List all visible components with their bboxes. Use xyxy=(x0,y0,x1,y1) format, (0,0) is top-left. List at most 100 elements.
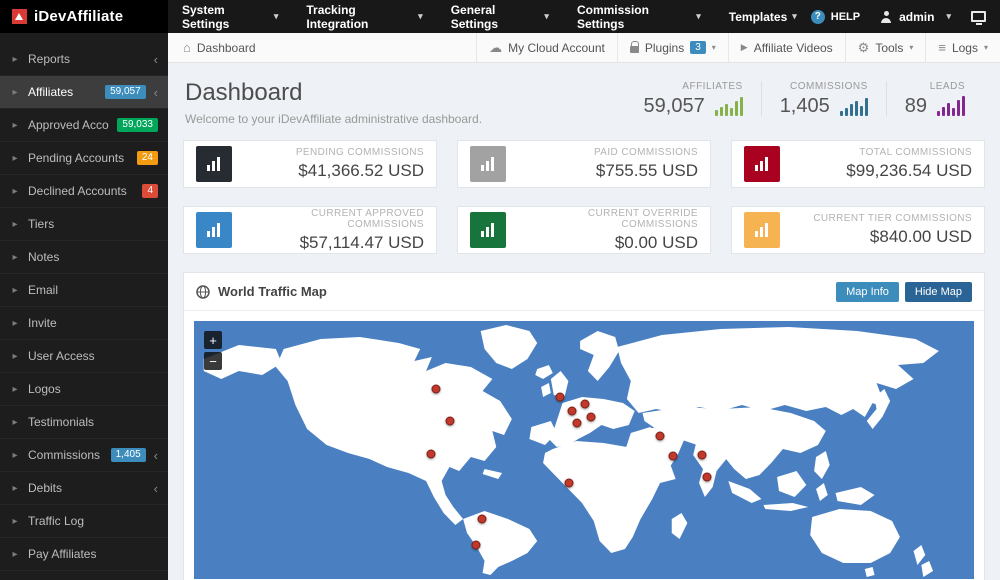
action-label: My Cloud Account xyxy=(508,41,605,55)
logo-icon xyxy=(12,9,27,24)
cloud-icon: ☁ xyxy=(489,40,502,56)
sidebar-item-testimonials[interactable]: ▸ Testimonials xyxy=(0,406,168,439)
sidebar-item-label: Pay Affiliates xyxy=(28,547,158,561)
map-marker[interactable] xyxy=(572,418,581,427)
menu-system-settings[interactable]: System Settings ▾ xyxy=(168,0,292,33)
sidebar-item-traffic-log[interactable]: ▸ Traffic Log xyxy=(0,505,168,538)
mini-bar-chart xyxy=(937,95,965,116)
arrow-right-icon: ▸ xyxy=(10,120,20,131)
arrow-right-icon: ▸ xyxy=(10,153,20,164)
arrow-right-icon: ▸ xyxy=(10,516,20,527)
mini-bar-chart xyxy=(715,95,743,116)
display-icon[interactable] xyxy=(971,11,986,22)
stat-value: 1,405 xyxy=(780,96,830,116)
stat-commissions: COMMISSIONS 1,405 xyxy=(761,81,886,116)
sidebar-item-commissions[interactable]: ▸ Commissions 1,405 ‹ xyxy=(0,439,168,472)
page-header: Dashboard Welcome to your iDevAffiliate … xyxy=(185,79,482,126)
panel-title: World Traffic Map xyxy=(218,284,327,299)
sidebar-item-label: Approved Accounts xyxy=(28,118,109,132)
map-info-button[interactable]: Map Info xyxy=(836,282,899,302)
gear-icon: ⚙ xyxy=(858,40,870,56)
map-marker[interactable] xyxy=(445,417,454,426)
card-total-commissions: TOTAL COMMISSIONS $99,236.54 USD xyxy=(731,140,985,188)
sidebar-item-logos[interactable]: ▸ Logos xyxy=(0,373,168,406)
sidebar-item-reports[interactable]: ▸ Reports ‹ xyxy=(0,43,168,76)
map-marker[interactable] xyxy=(580,400,589,409)
card-value: $840.00 USD xyxy=(790,227,972,247)
count-badge: 4 xyxy=(142,184,158,198)
chevron-left-icon: ‹ xyxy=(154,85,158,100)
card-current-tier-commissions: CURRENT TIER COMMISSIONS $840.00 USD xyxy=(731,206,985,254)
sidebar-item-label: Logos xyxy=(28,382,158,396)
menu-label: General Settings xyxy=(451,3,540,31)
menu-tracking-integration[interactable]: Tracking Integration ▾ xyxy=(292,0,436,33)
menu-commission-settings[interactable]: Commission Settings ▾ xyxy=(563,0,715,33)
bar-chart-icon xyxy=(470,146,506,182)
sidebar-item-tiers[interactable]: ▸ Tiers xyxy=(0,208,168,241)
map-marker[interactable] xyxy=(555,393,564,402)
main-menu: System Settings ▾ Tracking Integration ▾… xyxy=(168,0,811,33)
card-value: $0.00 USD xyxy=(516,233,698,253)
map-marker[interactable] xyxy=(668,451,677,460)
card-label: CURRENT OVERRIDE COMMISSIONS xyxy=(516,208,698,230)
arrow-right-icon: ▸ xyxy=(10,549,20,560)
affiliate-videos-button[interactable]: ▶ Affiliate Videos xyxy=(728,33,845,62)
sidebar-item-label: Testimonials xyxy=(28,415,158,429)
sidebar-item-notes[interactable]: ▸ Notes xyxy=(0,241,168,274)
card-label: TOTAL COMMISSIONS xyxy=(790,147,972,158)
map-marker[interactable] xyxy=(471,540,480,549)
sidebar-item-affiliates[interactable]: ▸ Affiliates 59,057 ‹ xyxy=(0,76,168,109)
sidebar-item-label: Tiers xyxy=(28,217,158,231)
bar-chart-icon xyxy=(744,146,780,182)
map-marker[interactable] xyxy=(477,514,486,523)
caret-down-icon: ▾ xyxy=(909,43,913,52)
sidebar-item-label: Declined Accounts xyxy=(28,184,134,198)
map-marker[interactable] xyxy=(587,412,596,421)
map-marker[interactable] xyxy=(431,385,440,394)
caret-down-icon: ▾ xyxy=(792,11,797,22)
sidebar-item-label: User Access xyxy=(28,349,158,363)
chevron-left-icon: ‹ xyxy=(154,448,158,463)
username: admin xyxy=(899,10,934,24)
card-value: $41,366.52 USD xyxy=(242,161,424,181)
count-badge: 59,033 xyxy=(117,118,158,132)
sidebar-item-debits[interactable]: ▸ Debits ‹ xyxy=(0,472,168,505)
map-marker[interactable] xyxy=(703,473,712,482)
sidebar-item-declined-accounts[interactable]: ▸ Declined Accounts 4 xyxy=(0,175,168,208)
chevron-left-icon: ‹ xyxy=(154,52,158,67)
menu-general-settings[interactable]: General Settings ▾ xyxy=(437,0,563,33)
user-menu[interactable]: admin ▾ xyxy=(880,10,951,24)
my-cloud-account-button[interactable]: ☁ My Cloud Account xyxy=(476,33,617,62)
card-label: CURRENT APPROVED COMMISSIONS xyxy=(242,208,424,230)
map-marker[interactable] xyxy=(427,450,436,459)
help-button[interactable]: ? HELP xyxy=(811,10,860,24)
zoom-out-button[interactable]: − xyxy=(204,352,222,370)
breadcrumb-current: Dashboard xyxy=(197,41,256,55)
map-marker[interactable] xyxy=(565,479,574,488)
caret-down-icon: ▾ xyxy=(712,43,716,52)
sidebar-item-user-access[interactable]: ▸ User Access xyxy=(0,340,168,373)
sidebar-item-invite[interactable]: ▸ Invite xyxy=(0,307,168,340)
zoom-in-button[interactable]: + xyxy=(204,331,222,349)
sidebar: ▸ Reports ‹ ▸ Affiliates 59,057 ‹ ▸ Appr… xyxy=(0,33,168,580)
bar-chart-icon xyxy=(470,212,506,248)
card-paid-commissions: PAID COMMISSIONS $755.55 USD xyxy=(457,140,711,188)
tools-button[interactable]: ⚙ Tools ▾ xyxy=(845,33,926,62)
map-marker[interactable] xyxy=(568,407,577,416)
sidebar-item-email[interactable]: ▸ Email xyxy=(0,274,168,307)
map-marker[interactable] xyxy=(697,450,706,459)
breadcrumb[interactable]: ⌂ Dashboard xyxy=(168,33,271,62)
plugins-button[interactable]: Plugins 3 ▾ xyxy=(617,33,728,62)
sidebar-item-pay-affiliates[interactable]: ▸ Pay Affiliates xyxy=(0,538,168,571)
sidebar-item-approved-accounts[interactable]: ▸ Approved Accounts 59,033 xyxy=(0,109,168,142)
map-marker[interactable] xyxy=(656,432,665,441)
arrow-right-icon: ▸ xyxy=(10,219,20,230)
sidebar-item-pending-accounts[interactable]: ▸ Pending Accounts 24 xyxy=(0,142,168,175)
logs-button[interactable]: ≡ Logs ▾ xyxy=(925,33,1000,62)
hide-map-button[interactable]: Hide Map xyxy=(905,282,972,302)
menu-templates[interactable]: Templates ▾ xyxy=(715,0,811,33)
stat-value: 59,057 xyxy=(644,96,705,116)
world-map[interactable]: + − xyxy=(194,321,974,579)
app-logo[interactable]: iDevAffiliate xyxy=(0,0,168,33)
caret-down-icon: ▾ xyxy=(696,11,701,22)
